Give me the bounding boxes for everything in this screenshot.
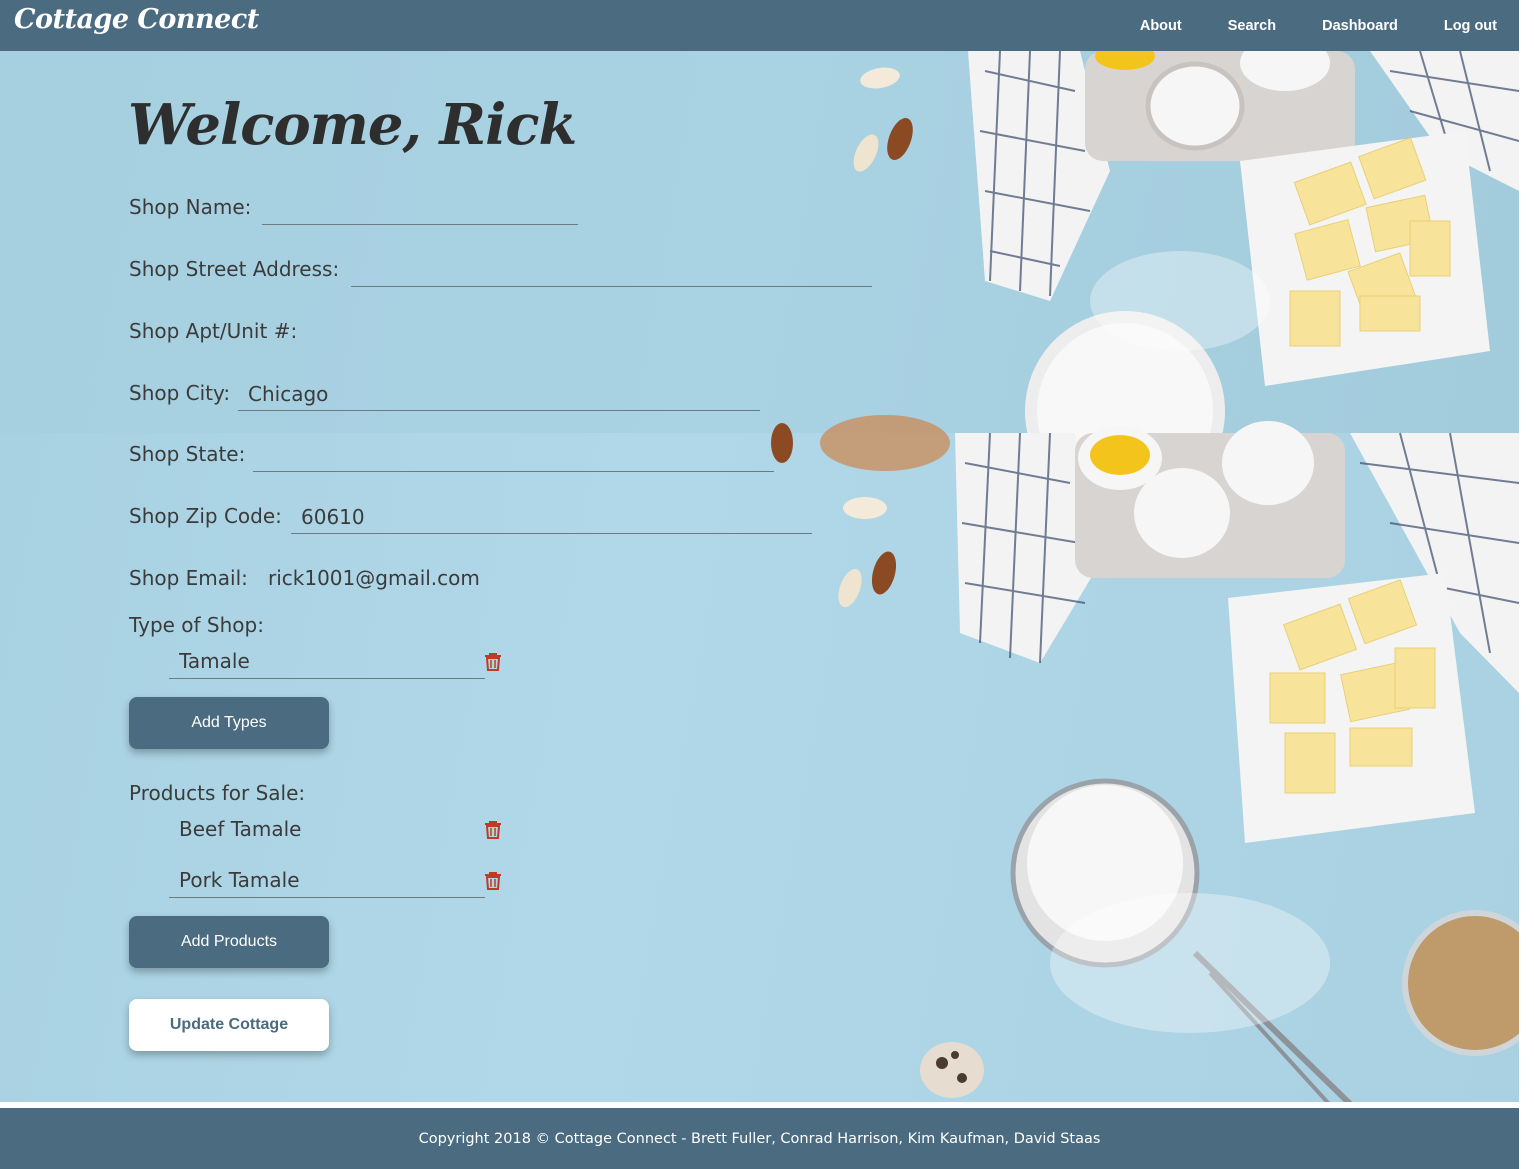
type-of-shop-label: Type of Shop: xyxy=(129,613,264,637)
trash-icon[interactable] xyxy=(484,651,502,671)
nav-search[interactable]: Search xyxy=(1228,18,1276,34)
navbar: Cottage Connect About Search Dashboard L… xyxy=(0,0,1519,51)
bottom-scene xyxy=(771,415,1519,1102)
product-item-input[interactable] xyxy=(169,811,485,847)
shop-city-input[interactable] xyxy=(238,377,760,411)
scrollbar-track[interactable] xyxy=(1519,0,1534,1169)
shop-street-input[interactable] xyxy=(351,253,872,287)
footer: Copyright 2018 © Cottage Connect - Brett… xyxy=(0,1108,1519,1169)
trash-icon[interactable] xyxy=(484,819,502,839)
shop-state-label: Shop State: xyxy=(129,442,246,466)
shop-city-label: Shop City: xyxy=(129,381,231,405)
add-types-button[interactable]: Add Types xyxy=(129,697,329,749)
shop-state-input[interactable] xyxy=(253,438,774,472)
type-item-input[interactable] xyxy=(169,643,485,679)
shop-name-input[interactable] xyxy=(262,191,578,225)
shop-unit-label: Shop Apt/Unit #: xyxy=(129,319,298,343)
nav-dashboard[interactable]: Dashboard xyxy=(1322,18,1398,34)
nav-links: About Search Dashboard Log out xyxy=(1094,0,1497,51)
shop-name-label: Shop Name: xyxy=(129,195,252,219)
nav-about[interactable]: About xyxy=(1140,18,1182,34)
welcome-heading: Welcome, Rick xyxy=(128,92,577,158)
brand-logo[interactable]: Cottage Connect xyxy=(14,4,259,35)
add-products-button[interactable]: Add Products xyxy=(129,916,329,968)
nav-logout[interactable]: Log out xyxy=(1444,18,1497,34)
shop-zip-label: Shop Zip Code: xyxy=(129,504,282,528)
update-cottage-button[interactable]: Update Cottage xyxy=(129,999,329,1051)
products-label: Products for Sale: xyxy=(129,781,306,805)
shop-zip-input[interactable] xyxy=(291,500,812,534)
trash-icon[interactable] xyxy=(484,870,502,890)
shop-street-label: Shop Street Address: xyxy=(129,257,340,281)
shop-email-label: Shop Email: xyxy=(129,566,248,590)
shop-email-value: rick1001@gmail.com xyxy=(268,566,480,590)
footer-copyright: Copyright 2018 © Cottage Connect - Brett… xyxy=(418,1130,1101,1147)
product-item-input[interactable] xyxy=(169,862,485,898)
